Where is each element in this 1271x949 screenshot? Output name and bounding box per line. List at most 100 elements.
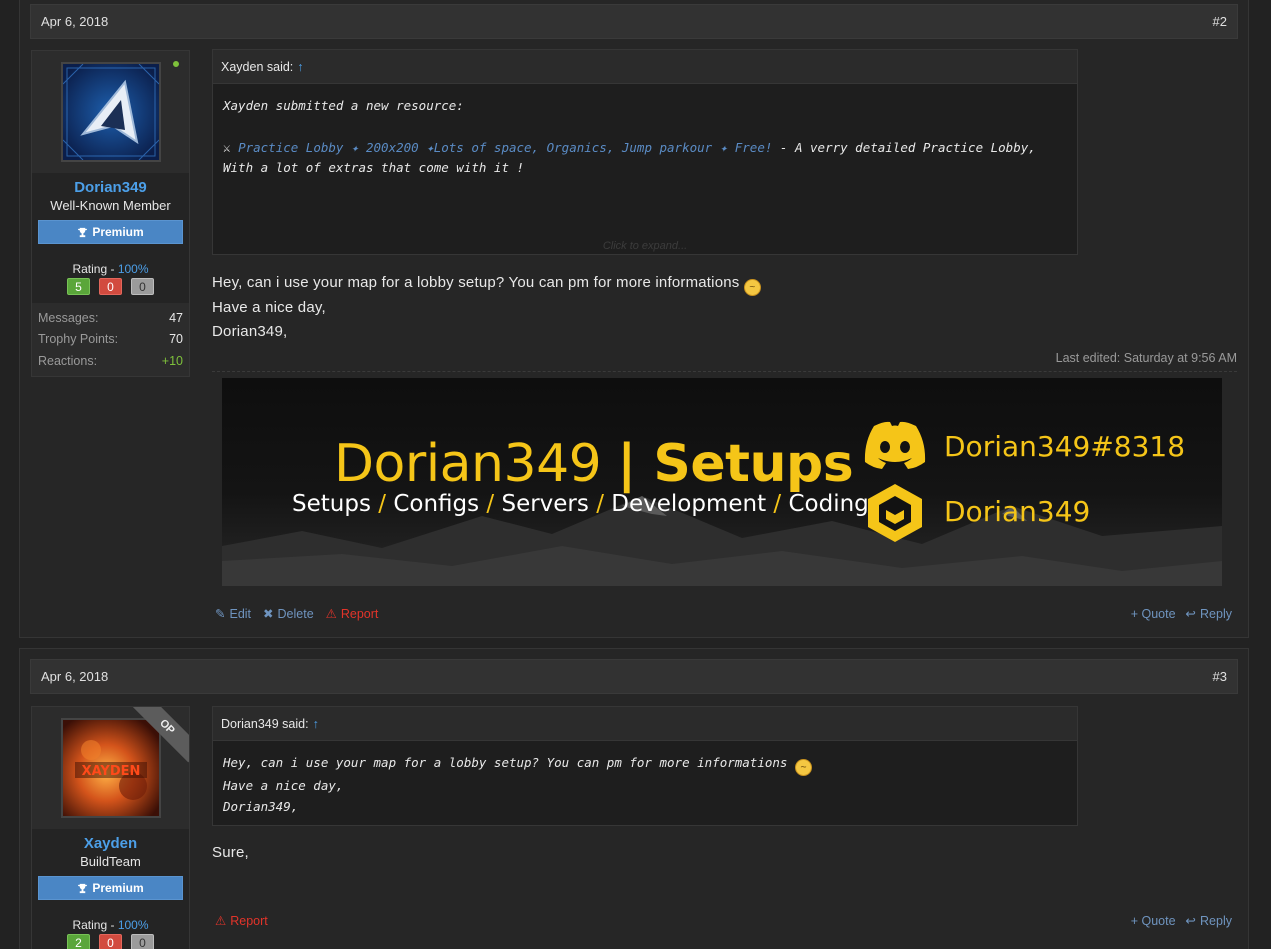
post-date[interactable]: Apr 6, 2018 xyxy=(41,14,108,29)
user-card: XAYDEN OP Xayden BuildTeam Premium Ratin… xyxy=(31,706,190,949)
report-button[interactable]: ⚠ Report xyxy=(215,913,268,929)
quote-line: Xayden submitted a new resource: xyxy=(223,98,464,113)
post-message: Hey, can i use your map for a lobby setu… xyxy=(212,271,761,344)
banner-title: Dorian349 | Setups xyxy=(334,434,854,494)
post-2: Apr 6, 2018 #2 Dorian349 Well-Known Memb… xyxy=(19,0,1249,638)
avatar-container: XAYDEN OP xyxy=(32,707,189,829)
click-to-expand[interactable]: Click to expand... xyxy=(213,240,1077,252)
swords-icon: ⚔ xyxy=(223,139,231,155)
rating-negative[interactable]: 0 xyxy=(99,934,122,949)
quote-author: Xayden said: xyxy=(221,59,294,74)
rating-negative[interactable]: 0 xyxy=(99,278,122,295)
user-title: Well-Known Member xyxy=(50,198,171,213)
post-number[interactable]: #2 xyxy=(1213,14,1227,29)
rating-neutral[interactable]: 0 xyxy=(131,278,154,295)
banner-subtitle: Setups / Configs / Servers / Development… xyxy=(292,491,869,517)
stat-reactions: Reactions: +10 xyxy=(38,350,183,372)
confused-emoji-icon: ~ xyxy=(743,279,761,296)
premium-badge: Premium xyxy=(38,220,183,244)
stat-value[interactable]: 70 xyxy=(169,332,183,346)
message-line: Dorian349, xyxy=(212,323,288,340)
stat-label: Reactions: xyxy=(38,353,98,368)
rating-positive[interactable]: 2 xyxy=(67,934,90,949)
rating: Rating - 100% xyxy=(38,262,183,276)
rating-percent[interactable]: 100% xyxy=(118,262,149,276)
last-edited[interactable]: Last edited: Saturday at 9:56 AM xyxy=(1056,351,1237,365)
post-actions-left: ✎ Edit ✖ Delete ⚠ Report xyxy=(215,606,379,622)
quote-line: Hey, can i use your map for a lobby setu… xyxy=(223,753,1067,776)
message-line: Have a nice day, xyxy=(212,299,326,316)
premium-label: Premium xyxy=(92,225,144,239)
quote-line: Dorian349, xyxy=(223,798,299,814)
stat-messages: Messages: 47 xyxy=(38,307,183,329)
user-title: BuildTeam xyxy=(80,854,141,869)
post-actions-right: + Quote ↩ Reply xyxy=(1131,913,1232,929)
cube-logo-icon xyxy=(868,484,922,542)
stat-value[interactable]: +10 xyxy=(162,354,183,368)
stat-label: Trophy Points: xyxy=(38,332,119,347)
rating-boxes: 5 0 0 xyxy=(38,278,183,295)
avatar[interactable] xyxy=(60,62,161,162)
delete-button[interactable]: ✖ Delete xyxy=(263,606,314,622)
reply-button[interactable]: ↩ Reply xyxy=(1185,913,1232,929)
user-info: Dorian349 Well-Known Member Premium Rati… xyxy=(32,173,189,303)
quote-button[interactable]: + Quote xyxy=(1131,606,1176,621)
svg-text:XAYDEN: XAYDEN xyxy=(81,764,140,779)
warning-icon: ⚠ xyxy=(325,607,337,621)
avatar[interactable]: XAYDEN xyxy=(60,718,161,818)
username[interactable]: Xayden xyxy=(38,835,183,852)
signature-divider xyxy=(212,371,1237,372)
quote-resource: ⚔ Practice Lobby ✦ 200x200 ✦Lots of spac… xyxy=(223,138,1067,179)
trophy-icon xyxy=(78,227,88,237)
trophy-icon xyxy=(78,883,88,893)
warning-icon: ⚠ xyxy=(215,914,227,928)
post-3: Apr 6, 2018 #3 XAYDEN OP Xayden BuildTea… xyxy=(19,648,1249,949)
reply-icon: ↩ xyxy=(1185,607,1197,621)
rating-label: Rating - xyxy=(72,262,118,276)
stat-label: Messages: xyxy=(38,310,99,325)
close-icon: ✖ xyxy=(263,607,274,621)
confused-emoji-icon: ~ xyxy=(794,759,812,776)
reply-button[interactable]: ↩ Reply xyxy=(1185,606,1232,622)
signature-banner: Dorian349 | Setups Setups / Configs / Se… xyxy=(222,378,1222,586)
rating-boxes: 2 0 0 xyxy=(38,934,183,949)
report-button[interactable]: ⚠ Report xyxy=(325,606,379,622)
banner-username: Dorian349 xyxy=(944,495,1091,528)
username[interactable]: Dorian349 xyxy=(38,179,183,196)
rating: Rating - 100% xyxy=(38,918,183,932)
banner-discord-tag: Dorian349#8318 xyxy=(944,430,1186,463)
user-stats: Messages: 47 Trophy Points: 70 Reactions… xyxy=(32,303,189,376)
post-message: Sure, xyxy=(212,841,249,865)
rating-neutral[interactable]: 0 xyxy=(131,934,154,949)
edit-button[interactable]: ✎ Edit xyxy=(215,606,251,622)
rating-positive[interactable]: 5 xyxy=(67,278,90,295)
post-header: Apr 6, 2018 #2 xyxy=(30,4,1238,39)
resource-link[interactable]: Practice Lobby ✦ 200x200 ✦Lots of space,… xyxy=(238,140,772,155)
quote-button[interactable]: + Quote xyxy=(1131,913,1176,928)
quote-jump-arrow[interactable]: ↑ xyxy=(313,717,319,731)
user-card: Dorian349 Well-Known Member Premium Rati… xyxy=(31,50,190,377)
post-actions-right: + Quote ↩ Reply xyxy=(1131,606,1232,622)
pencil-icon: ✎ xyxy=(215,607,226,621)
quote-jump-arrow[interactable]: ↑ xyxy=(297,60,303,74)
user-info: Xayden BuildTeam Premium Rating - 100% 2… xyxy=(32,829,189,949)
quote-header: Xayden said: ↑ xyxy=(213,50,1077,84)
post-date[interactable]: Apr 6, 2018 xyxy=(41,669,108,684)
post-header: Apr 6, 2018 #3 xyxy=(30,659,1238,694)
rating-percent[interactable]: 100% xyxy=(118,918,149,932)
message-line: Sure, xyxy=(212,844,249,861)
stat-value[interactable]: 47 xyxy=(169,311,183,325)
post-number[interactable]: #3 xyxy=(1213,669,1227,684)
quote-block: Dorian349 said: ↑ Hey, can i use your ma… xyxy=(212,706,1078,826)
quote-author: Dorian349 said: xyxy=(221,716,309,731)
premium-badge: Premium xyxy=(38,876,183,900)
discord-icon xyxy=(864,421,926,469)
quote-header: Dorian349 said: ↑ xyxy=(213,707,1077,741)
quote-body: Hey, can i use your map for a lobby setu… xyxy=(213,741,1077,829)
reply-icon: ↩ xyxy=(1185,914,1197,928)
post-actions-left: ⚠ Report xyxy=(215,913,268,929)
quote-line: Have a nice day, xyxy=(223,778,344,793)
premium-label: Premium xyxy=(92,881,144,895)
avatar-container xyxy=(32,51,189,173)
quote-body: Xayden submitted a new resource: ⚔ Pract… xyxy=(213,84,1077,191)
